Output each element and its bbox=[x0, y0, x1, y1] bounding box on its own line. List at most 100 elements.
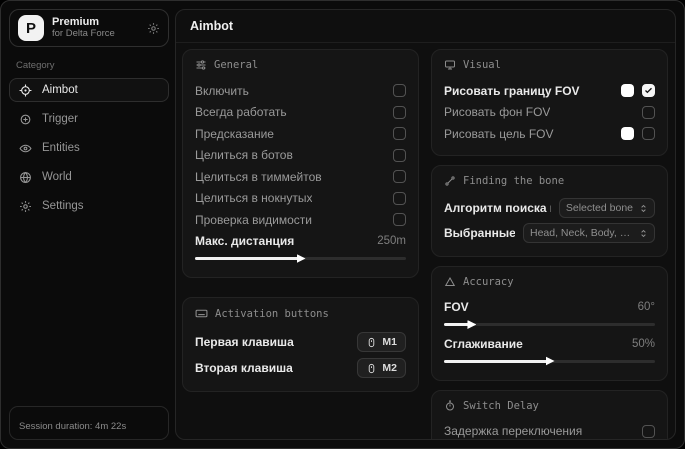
fov-target-checkbox[interactable] bbox=[642, 127, 655, 140]
session-duration: Session duration: 4m 22s bbox=[9, 406, 169, 440]
switch-delay-toggle-label: Задержка переключения bbox=[444, 424, 582, 438]
visual-card-header: Visual bbox=[444, 59, 655, 71]
switch-delay-checkbox[interactable] bbox=[642, 425, 655, 438]
brand-title: Premium bbox=[52, 16, 115, 29]
aim-knocked-checkbox[interactable] bbox=[393, 192, 406, 205]
sidebar-item-aimbot[interactable]: Aimbot bbox=[9, 78, 169, 102]
switch-delay-toggle-row: Задержка переключения bbox=[444, 421, 655, 440]
setting-label: Проверка видимости bbox=[195, 213, 312, 227]
sidebar-item-entities[interactable]: Entities bbox=[9, 136, 169, 160]
bone-algorithm-dropdown[interactable]: Selected bone bbox=[559, 198, 655, 218]
key-value: M1 bbox=[382, 336, 397, 348]
trigger-icon bbox=[19, 113, 32, 126]
globe-icon bbox=[19, 171, 32, 184]
second-key-label: Вторая клавиша bbox=[195, 361, 293, 375]
second-key-button[interactable]: M2 bbox=[357, 358, 406, 378]
setting-label: Целиться в нокнутых bbox=[195, 191, 312, 205]
first-key-button[interactable]: M1 bbox=[357, 332, 406, 352]
setting-row-enable: Включить bbox=[195, 80, 406, 102]
card-title: Finding the bone bbox=[463, 175, 564, 187]
dropdown-value: Selected bone bbox=[566, 202, 633, 214]
switch-delay-card: Switch Delay Задержка переключения Задер… bbox=[431, 390, 668, 440]
fov-value: 60° bbox=[638, 301, 655, 313]
fov-border-checkbox[interactable] bbox=[642, 84, 655, 97]
brand-text: Premium for Delta Force bbox=[52, 16, 115, 40]
sidebar: P Premium for Delta Force Category bbox=[9, 9, 175, 440]
setting-row-aim-bots: Целиться в ботов bbox=[195, 145, 406, 167]
fov-target-row: Рисовать цель FOV bbox=[444, 123, 655, 145]
second-key-row: Вторая клавиша M2 bbox=[195, 355, 406, 381]
dropdown-value: Head, Neck, Body, Pe... bbox=[530, 227, 633, 239]
setting-row-always-work: Всегда работать bbox=[195, 102, 406, 124]
smoothing-slider[interactable] bbox=[444, 360, 655, 363]
card-title: Switch Delay bbox=[463, 400, 539, 412]
accuracy-card-header: Accuracy bbox=[444, 276, 655, 288]
chevron-updown-icon bbox=[639, 204, 648, 213]
slider-thumb[interactable] bbox=[297, 254, 306, 263]
smoothing-value: 50% bbox=[632, 338, 655, 350]
setting-label: Всегда работать bbox=[195, 105, 287, 119]
check-icon bbox=[644, 86, 653, 95]
entities-icon bbox=[19, 142, 32, 155]
prediction-checkbox[interactable] bbox=[393, 127, 406, 140]
always-work-checkbox[interactable] bbox=[393, 106, 406, 119]
smoothing-label: Сглаживание bbox=[444, 337, 523, 351]
chevron-updown-icon bbox=[639, 229, 648, 238]
content: General Включить Всегда работать Предска… bbox=[176, 43, 675, 439]
fov-border-row: Рисовать границу FOV bbox=[444, 80, 655, 102]
category-label: Category bbox=[16, 60, 169, 71]
selected-bones-dropdown[interactable]: Head, Neck, Body, Pe... bbox=[523, 223, 655, 243]
activation-card-header: Activation buttons bbox=[195, 307, 406, 320]
visibility-check-checkbox[interactable] bbox=[393, 213, 406, 226]
color-swatch[interactable] bbox=[621, 84, 634, 97]
card-title: General bbox=[214, 59, 258, 71]
brand-subtitle: for Delta Force bbox=[52, 29, 115, 40]
fov-target-label: Рисовать цель FOV bbox=[444, 127, 554, 141]
mouse-icon bbox=[366, 363, 377, 374]
crosshair-icon bbox=[19, 84, 32, 97]
setting-label: Включить bbox=[195, 84, 249, 98]
general-card: General Включить Всегда работать Предска… bbox=[182, 49, 419, 278]
enable-checkbox[interactable] bbox=[393, 84, 406, 97]
slider-thumb[interactable] bbox=[546, 357, 555, 366]
max-distance-slider[interactable] bbox=[195, 257, 406, 260]
max-distance-row: Макс. дистанция 250m bbox=[195, 231, 406, 253]
setting-row-prediction: Предсказание bbox=[195, 123, 406, 145]
sidebar-item-label: Entities bbox=[42, 142, 80, 154]
fov-target-controls bbox=[621, 127, 655, 140]
setting-label: Целиться в тиммейтов bbox=[195, 170, 322, 184]
monitor-icon bbox=[444, 59, 456, 71]
sidebar-item-settings[interactable]: Settings bbox=[9, 194, 169, 218]
gear-icon[interactable] bbox=[147, 22, 160, 35]
bone-icon bbox=[444, 175, 456, 187]
triangle-icon bbox=[444, 276, 456, 288]
slider-fill bbox=[444, 323, 471, 326]
left-column: General Включить Всегда работать Предска… bbox=[182, 49, 419, 411]
page-title: Aimbot bbox=[176, 10, 675, 43]
sliders-icon bbox=[195, 59, 207, 71]
card-title: Activation buttons bbox=[215, 308, 329, 320]
app-window: P Premium for Delta Force Category bbox=[0, 0, 685, 449]
slider-fill bbox=[195, 257, 301, 260]
selected-bones-label: Выбранные кос bbox=[444, 226, 515, 240]
fov-background-controls bbox=[642, 106, 655, 119]
setting-row-aim-knocked: Целиться в нокнутых bbox=[195, 188, 406, 210]
mouse-icon bbox=[366, 337, 377, 348]
aim-bots-checkbox[interactable] bbox=[393, 149, 406, 162]
slider-thumb[interactable] bbox=[467, 320, 476, 329]
brand-logo: P bbox=[18, 15, 44, 41]
sidebar-item-label: Aimbot bbox=[42, 84, 78, 96]
aim-teammates-checkbox[interactable] bbox=[393, 170, 406, 183]
fov-background-checkbox[interactable] bbox=[642, 106, 655, 119]
gear-icon bbox=[19, 200, 32, 213]
bone-algorithm-row: Алгоритм поиска кост Selected bone bbox=[444, 196, 655, 221]
fov-background-row: Рисовать фон FOV bbox=[444, 102, 655, 124]
smoothing-slider-row: Сглаживание 50% bbox=[444, 333, 655, 355]
color-swatch[interactable] bbox=[621, 127, 634, 140]
fov-slider[interactable] bbox=[444, 323, 655, 326]
sidebar-item-world[interactable]: World bbox=[9, 165, 169, 189]
fov-label: FOV bbox=[444, 300, 469, 314]
visual-card: Visual Рисовать границу FOV bbox=[431, 49, 668, 156]
bone-card-header: Finding the bone bbox=[444, 175, 655, 187]
sidebar-item-trigger[interactable]: Trigger bbox=[9, 107, 169, 131]
